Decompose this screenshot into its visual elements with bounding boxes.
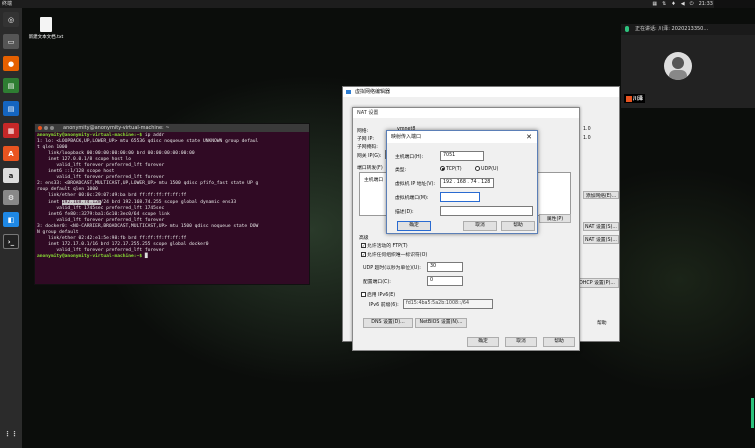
- power-icon[interactable]: ⏻: [690, 0, 694, 8]
- checkbox-empty-icon: [361, 292, 366, 297]
- radio-empty-icon: [475, 166, 480, 171]
- udp-timeout-input[interactable]: 30: [427, 262, 463, 272]
- terminal-titlebar[interactable]: anonymity@anonymity-virtual-machine: ~: [35, 124, 309, 132]
- check-icon: ✓: [361, 243, 366, 248]
- ipv6-prefix-label: IPv6 前缀(6):: [369, 303, 399, 308]
- writer-icon[interactable]: ▤: [3, 101, 19, 116]
- avatar: [664, 52, 692, 80]
- config-port-label: 配置端口(C):: [363, 280, 391, 285]
- host-port-column[interactable]: 主机端口: [364, 176, 383, 183]
- subnet-mask-label: 子网掩码:: [357, 145, 378, 150]
- software-icon[interactable]: A: [3, 146, 19, 161]
- terminal-icon[interactable]: ›_: [3, 234, 19, 249]
- tcp-radio[interactable]: TCP(T): [440, 166, 462, 172]
- window-controls[interactable]: [38, 126, 54, 130]
- clock[interactable]: 21:33: [699, 0, 713, 8]
- vm-port-input[interactable]: [440, 192, 480, 202]
- edge-indicator: [751, 398, 754, 428]
- desktop-file[interactable]: 新建文本文档.txt: [28, 17, 64, 40]
- keyboard-icon[interactable]: ♦: [671, 0, 675, 8]
- firefox-icon[interactable]: ●: [3, 56, 19, 71]
- vmnet-title: 虚拟网络编辑器: [355, 89, 391, 95]
- terminal-window[interactable]: anonymity@anonymity-virtual-machine: ~ a…: [34, 123, 310, 285]
- port-mapping-ok-button[interactable]: 确定: [397, 221, 431, 231]
- subnet-ip-label: 子网 IP:: [357, 137, 375, 142]
- impress-icon[interactable]: ▦: [3, 123, 19, 138]
- check-icon: ✓: [361, 252, 366, 257]
- vmware-icon: [346, 90, 351, 94]
- maximize-icon[interactable]: [50, 126, 54, 130]
- desktop-file-label: 新建文本文档.txt: [28, 35, 64, 40]
- amazon-icon[interactable]: a: [3, 168, 19, 183]
- active-app-title[interactable]: 终端: [2, 0, 12, 8]
- properties-button[interactable]: 属性(P): [539, 214, 571, 223]
- top-bar: 终端 ▦ ⇅ ♦ ◀ ⏻ 21:33: [0, 0, 755, 8]
- port-mapping-titlebar[interactable]: 映射传入端口 ✕: [387, 131, 537, 143]
- port-forwarding-label: 端口转发(F): [357, 166, 383, 171]
- text-file-icon: [40, 17, 52, 32]
- close-icon[interactable]: ✕: [526, 131, 532, 143]
- settings-icon[interactable]: ⚙: [3, 190, 19, 205]
- port-mapping-title: 映射传入端口: [391, 134, 422, 140]
- nat-help-button[interactable]: 帮助: [543, 337, 575, 347]
- nat-title[interactable]: NAT 设置: [353, 108, 579, 118]
- type-label: 类型:: [395, 168, 407, 173]
- launcher-dock: ◎ ▭ ● ▤ ▤ ▦ A a ⚙ ◧ ›_ ⋮⋮: [0, 8, 22, 448]
- port-mapping-help-button[interactable]: 帮助: [501, 221, 535, 231]
- top-bar-right-strip: [714, 0, 755, 8]
- terminal-output[interactable]: anonymity@anonymity-virtual-machine:~$ i…: [35, 132, 309, 261]
- udp-timeout-label: UDP 超时(以秒为单位)(U):: [363, 266, 421, 271]
- vm-ip-input[interactable]: 192 . 168 . 74 . 128: [440, 178, 494, 188]
- description-input[interactable]: [440, 206, 533, 216]
- nat-cancel-button[interactable]: 取消: [505, 337, 537, 347]
- vmnet-list-value: 1.0: [583, 136, 591, 141]
- system-tray[interactable]: ▦ ⇅ ♦ ◀ ⏻ 21:33: [652, 0, 713, 8]
- participant-name: 川泽: [624, 94, 646, 103]
- nat-ok-button[interactable]: 确定: [467, 337, 499, 347]
- volume-icon[interactable]: ◀: [681, 0, 685, 8]
- microphone-icon: [625, 26, 629, 32]
- spreadsheet-icon[interactable]: ▤: [3, 78, 19, 93]
- nat-settings-button-2[interactable]: NAT 设置(S)...: [583, 235, 619, 244]
- vmware-icon[interactable]: ◧: [3, 212, 19, 227]
- vm-port-label: 虚拟机端口(M):: [395, 196, 429, 201]
- gateway-label: 网关 IP(G):: [357, 154, 382, 159]
- description-label: 描述(D):: [395, 210, 414, 215]
- radio-selected-icon: [440, 166, 445, 171]
- minimize-icon[interactable]: [44, 126, 48, 130]
- show-apps-icon[interactable]: ⋮⋮: [3, 426, 19, 441]
- files-icon[interactable]: ▭: [3, 34, 19, 49]
- microphone-muted-icon: [626, 95, 632, 102]
- advanced-label: 高级: [359, 236, 369, 241]
- udp-radio[interactable]: UDP(U): [475, 166, 498, 172]
- terminal-title: anonymity@anonymity-virtual-machine: ~: [63, 125, 170, 131]
- port-mapping-cancel-button[interactable]: 取消: [463, 221, 497, 231]
- dhcp-settings-button[interactable]: DHCP 设置(P)...: [575, 278, 619, 288]
- ipv6-prefix-input[interactable]: fd15:4ba5:5a2b:1008::/64: [403, 299, 493, 309]
- cursor: █: [144, 253, 148, 259]
- add-network-button[interactable]: 添加网络(E)...: [583, 191, 619, 199]
- vmnet-titlebar[interactable]: 虚拟网络编辑器: [343, 87, 619, 97]
- allow-oui-checkbox[interactable]: ✓ 允许任何组织唯一标识符(O): [361, 251, 427, 258]
- allow-ftp-checkbox[interactable]: ✓ 允许活动的 FTP(T): [361, 242, 408, 249]
- vmnet-list-value: 1.0: [583, 127, 591, 132]
- terminal-line: anonymity@anonymity-virtual-machine:~$ █: [37, 253, 148, 259]
- netbios-settings-button[interactable]: NetBIOS 设置(N)...: [415, 318, 467, 328]
- transfer-icon[interactable]: ⇅: [662, 0, 666, 8]
- close-icon[interactable]: [38, 126, 42, 130]
- network-label: 网络:: [357, 129, 369, 134]
- vm-ip-label: 虚拟机 IP 地址(V):: [395, 182, 435, 187]
- dns-settings-button[interactable]: DNS 设置(D)...: [363, 318, 413, 328]
- host-port-label: 主机端口(H):: [395, 155, 424, 160]
- speaking-indicator: 正在讲话: 川泽: 2020213350...: [621, 24, 755, 35]
- network-icon[interactable]: ▦: [652, 0, 657, 8]
- port-mapping-dialog[interactable]: 映射传入端口 ✕ 主机端口(H): 7051 类型: TCP(T) UDP(U) …: [386, 130, 538, 234]
- ubuntu-logo-icon[interactable]: ◎: [3, 12, 19, 27]
- config-port-input[interactable]: 0: [427, 276, 463, 286]
- meeting-video-panel[interactable]: 正在讲话: 川泽: 2020213350... 川泽: [621, 24, 755, 108]
- vmnet-help-button[interactable]: 帮助: [597, 319, 607, 326]
- host-port-input[interactable]: 7051: [440, 151, 484, 161]
- enable-ipv6-checkbox[interactable]: 启用 IPv6(E): [361, 291, 395, 298]
- nat-settings-button[interactable]: NAT 设置(S)...: [583, 222, 619, 231]
